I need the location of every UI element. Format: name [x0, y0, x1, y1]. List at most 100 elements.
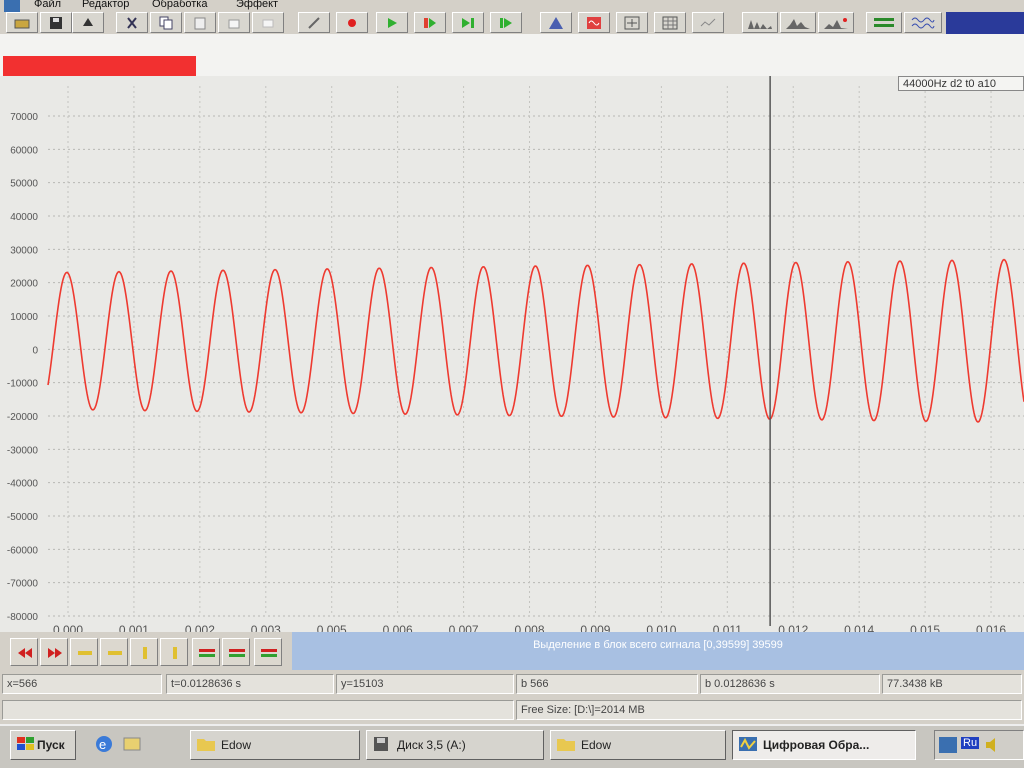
menu-file[interactable]: Файл: [34, 0, 61, 10]
open-icon[interactable]: [6, 12, 38, 33]
waveform-line: [47, 258, 1024, 423]
x-tick-label: 0.015: [910, 623, 940, 632]
status-block-sample: b 566: [516, 674, 698, 694]
language-indicator[interactable]: Ru: [961, 737, 980, 749]
mountain-icon[interactable]: [540, 12, 572, 33]
app-icon: [739, 737, 757, 751]
windows-logo-icon: [17, 737, 34, 750]
envelope-icon[interactable]: [692, 12, 724, 33]
peak-icon[interactable]: [818, 12, 854, 33]
y-tick-label: -80000: [7, 612, 39, 623]
sample-rate-info: 44000Hz d2 t0 a10: [898, 76, 1024, 91]
y-tick-label: -50000: [7, 512, 39, 523]
folder-icon: [197, 739, 215, 751]
y-tick-label: -30000: [7, 445, 39, 456]
y-tick-label: -60000: [7, 545, 39, 556]
system-tray: Ru: [934, 730, 1024, 760]
status-time: t=0.0128636 s: [166, 674, 334, 694]
menu-bar: Файл Редактор Обработка Эффект: [0, 0, 1024, 12]
spectrum-icon[interactable]: [780, 12, 816, 33]
y-tick-label: 40000: [10, 212, 38, 223]
svg-text:e: e: [99, 737, 106, 752]
y-tick-label: -40000: [7, 479, 39, 490]
toolbar: [0, 12, 1024, 44]
zoom-out-icon[interactable]: [222, 638, 250, 666]
x-tick-label: 0.005: [317, 623, 347, 632]
x-tick-label: 0.002: [185, 623, 215, 632]
start-button[interactable]: Пуск: [10, 730, 76, 760]
y-tick-label: 20000: [10, 279, 38, 290]
status-amplitude: y=15103: [336, 674, 514, 694]
y-tick-label: 50000: [10, 179, 38, 190]
waveform-icon[interactable]: [904, 12, 942, 33]
start-label: Пуск: [37, 738, 65, 752]
status-empty: [2, 700, 514, 720]
taskbar: Пуск e Edow Диск 3,5 (A:) Edow Цифровая …: [0, 724, 1024, 768]
x-tick-label: 0.010: [646, 623, 676, 632]
desktop-icon[interactable]: [122, 734, 144, 754]
taskbar-task-active[interactable]: Цифровая Обра...: [732, 730, 916, 760]
status-file-size: 77.3438 kB: [882, 674, 1022, 694]
status-bar: x=566 t=0.0128636 s y=15103 b 566 b 0.01…: [0, 672, 1024, 724]
x-tick-label: 0.003: [251, 623, 281, 632]
folder-icon: [557, 739, 575, 751]
y-tick-label: -20000: [7, 412, 39, 423]
tray-app-icon[interactable]: [939, 737, 957, 753]
waveform-plot[interactable]: 70000 60000 50000 40000 30000 20000 10000 0 -100…: [0, 76, 1024, 637]
y-tick-label: 60000: [10, 145, 38, 156]
menu-effects[interactable]: Эффект: [236, 0, 278, 10]
save-icon[interactable]: [40, 12, 72, 33]
overview-position-bar[interactable]: [3, 56, 196, 78]
y-tick-label: 70000: [10, 112, 38, 123]
step-forward-icon[interactable]: [100, 638, 128, 666]
menu-processing[interactable]: Обработка: [152, 0, 207, 10]
reload-icon[interactable]: [72, 12, 104, 33]
y-tick-label: 10000: [10, 312, 38, 323]
x-tick-label: 0.001: [119, 623, 149, 632]
x-tick-label: 0.000: [53, 623, 83, 632]
taskbar-task[interactable]: Edow: [190, 730, 360, 760]
rewind-icon[interactable]: [40, 638, 68, 666]
histogram-icon[interactable]: [742, 12, 778, 33]
rewind-start-icon[interactable]: [10, 638, 38, 666]
speaker-icon[interactable]: [985, 737, 999, 753]
select-all-icon[interactable]: [218, 12, 250, 33]
x-tick-label: 0.011: [713, 623, 742, 632]
spectrum-icon[interactable]: [616, 12, 648, 33]
channels-icon[interactable]: [866, 12, 902, 33]
grid-icon[interactable]: [654, 12, 686, 33]
internet-explorer-icon[interactable]: e: [94, 734, 116, 754]
loop-icon[interactable]: [490, 12, 522, 33]
copy-icon[interactable]: [150, 12, 182, 33]
x-tick-label: 0.012: [778, 623, 808, 632]
record-icon[interactable]: [336, 12, 368, 33]
x-tick-label: 0.008: [515, 623, 545, 632]
waveform-canvas[interactable]: 70000 60000 50000 40000 30000 20000 10000 0 -100…: [0, 76, 1024, 637]
step-back-icon[interactable]: [70, 638, 98, 666]
x-tick-label: 0.016: [976, 623, 1006, 632]
marker-right-icon[interactable]: [160, 638, 188, 666]
play-icon[interactable]: [376, 12, 408, 33]
paste-icon[interactable]: [184, 12, 216, 33]
floppy-icon: [374, 737, 388, 751]
play-to-end-icon[interactable]: [452, 12, 484, 33]
taskbar-task[interactable]: Диск 3,5 (A:): [366, 730, 544, 760]
y-tick-label: 0: [32, 345, 38, 356]
status-sample-x: x=566: [2, 674, 162, 694]
status-block-time: b 0.0128636 s: [700, 674, 880, 694]
marker-left-icon[interactable]: [130, 638, 158, 666]
wand-icon[interactable]: [298, 12, 330, 33]
app-icon: [4, 0, 20, 12]
wave-icon[interactable]: [578, 12, 610, 33]
clear-icon[interactable]: [252, 12, 284, 33]
x-tick-label: 0.007: [449, 623, 479, 632]
fit-icon[interactable]: [254, 638, 282, 666]
play-selection-icon[interactable]: [414, 12, 446, 33]
zoom-in-icon[interactable]: [192, 638, 220, 666]
menu-editor[interactable]: Редактор: [82, 0, 129, 10]
taskbar-task[interactable]: Edow: [550, 730, 726, 760]
cut-icon[interactable]: [116, 12, 148, 33]
x-tick-label: 0.006: [383, 623, 413, 632]
selection-info-bar: Выделение в блок всего сигнала [0,39599]…: [292, 632, 1024, 670]
y-tick-label: 30000: [10, 245, 38, 256]
